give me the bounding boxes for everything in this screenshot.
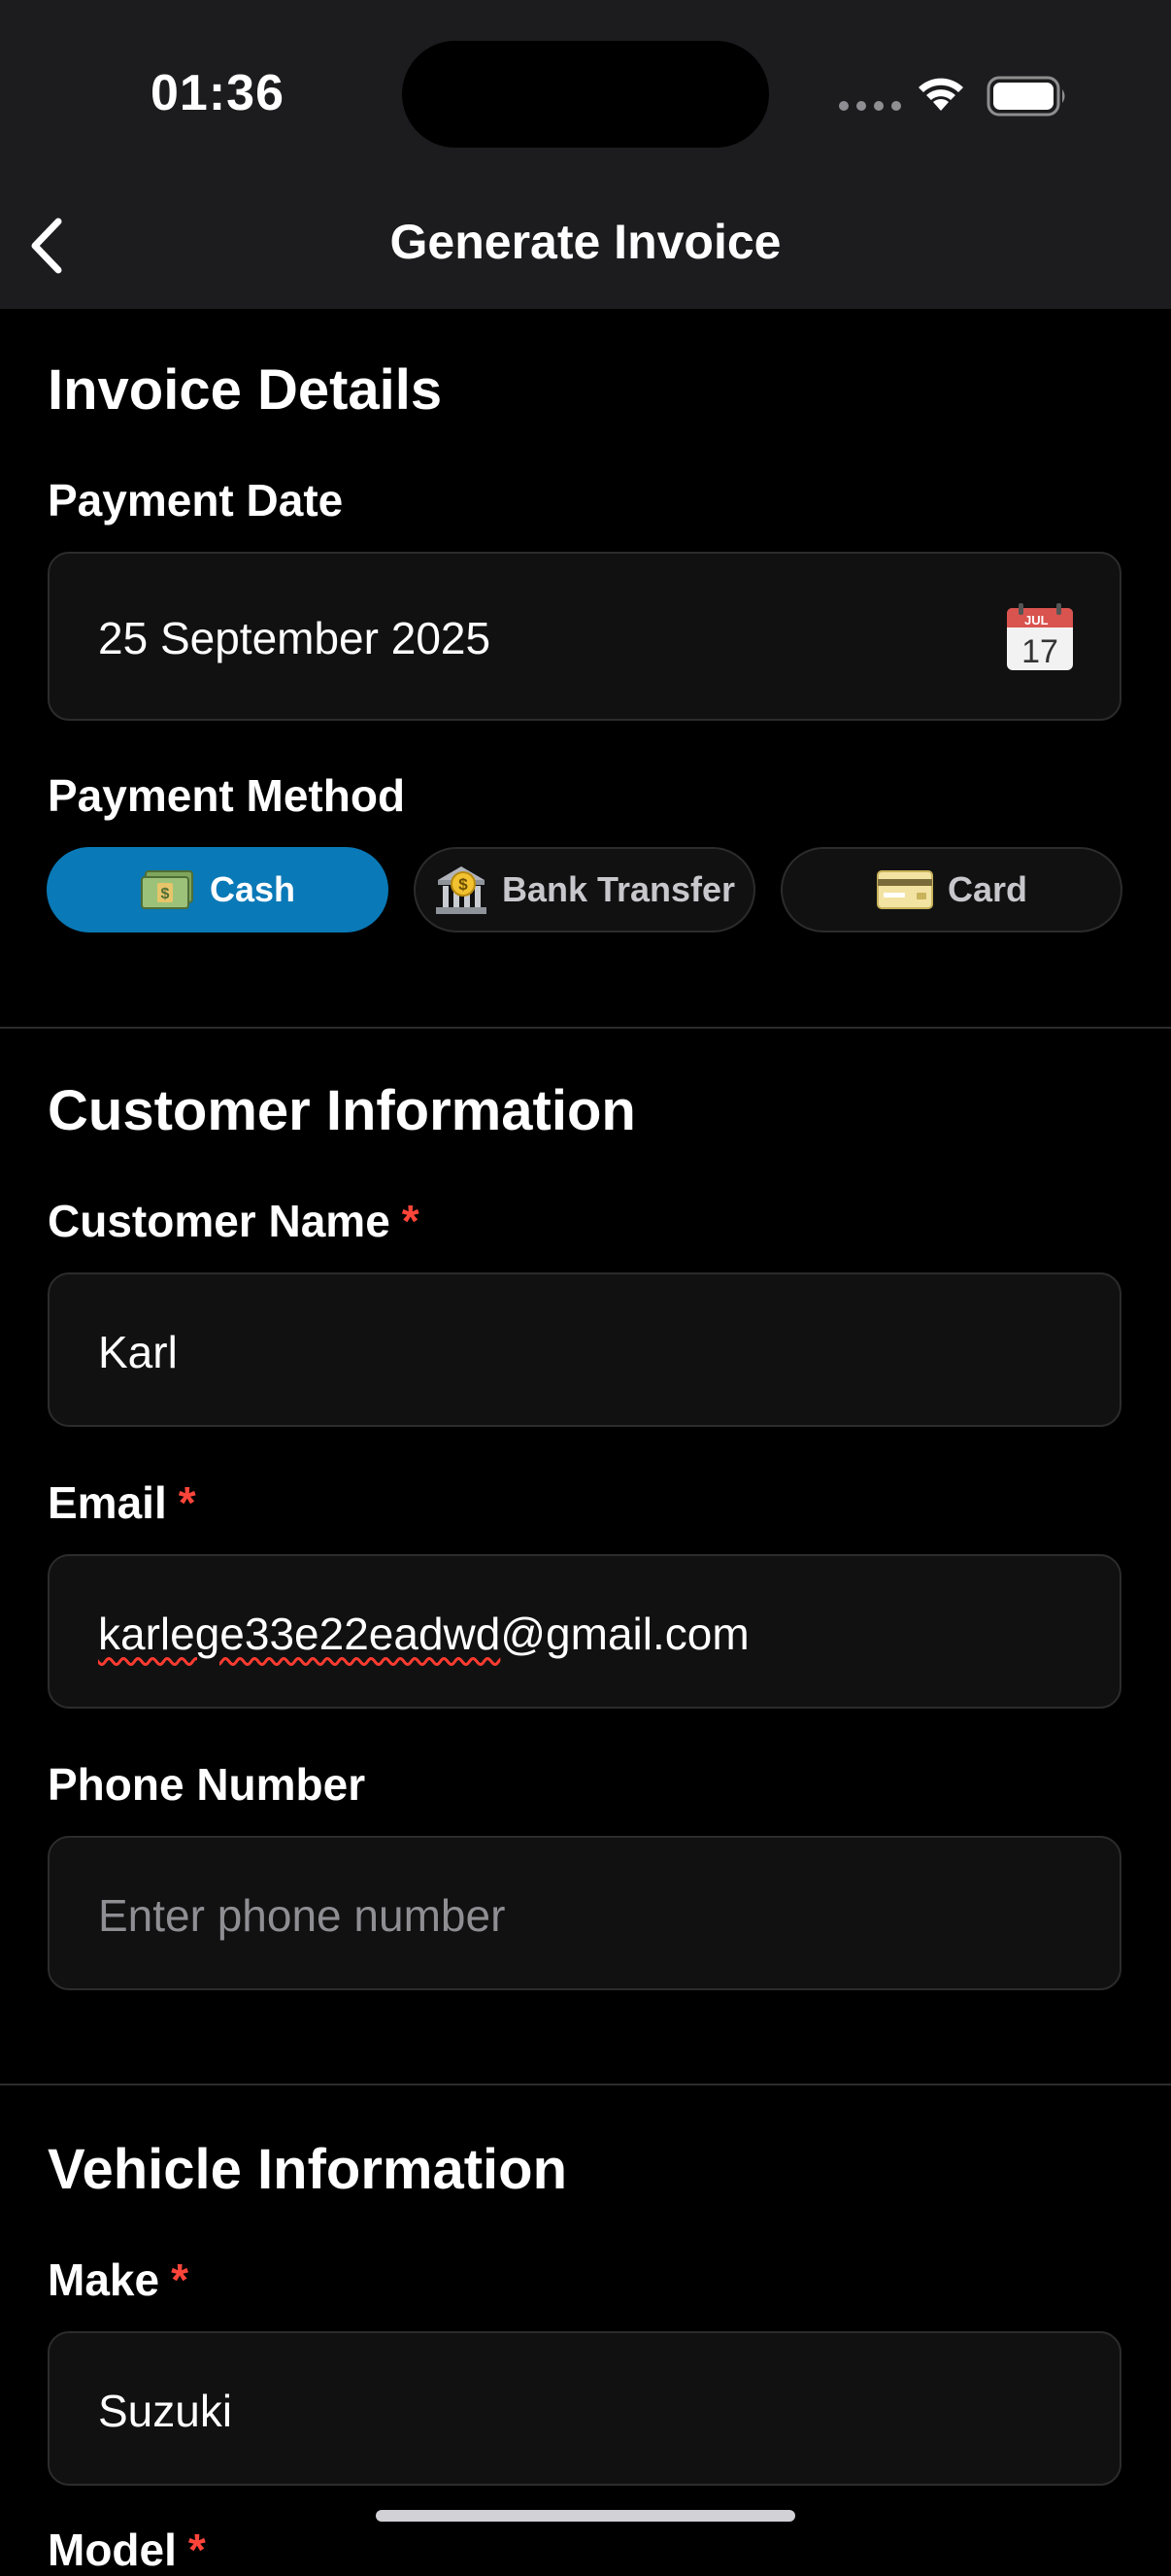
card-label: Card xyxy=(947,869,1028,909)
svg-text:$: $ xyxy=(161,886,170,902)
wifi-icon xyxy=(919,78,963,111)
page-title: Generate Invoice xyxy=(389,215,782,269)
bank-icon: $ xyxy=(435,866,486,914)
model-label: Model * xyxy=(48,2525,206,2575)
customer-name-label: Customer Name * xyxy=(48,1196,419,1246)
calendar-day: 17 xyxy=(1021,633,1058,670)
required-asterisk: * xyxy=(401,1196,419,1246)
payment-date-value: 25 September 2025 xyxy=(98,613,491,663)
bank-transfer-label: Bank Transfer xyxy=(501,869,736,909)
calendar-month: JUL xyxy=(1024,613,1049,627)
calendar-icon[interactable]: JUL 17 xyxy=(1005,602,1075,672)
status-time: 01:36 xyxy=(151,65,284,121)
email-label: Email * xyxy=(48,1477,196,1528)
make-value: Suzuki xyxy=(98,2386,233,2436)
svg-text:$: $ xyxy=(458,875,468,894)
customer-info-heading: Customer Information xyxy=(48,1079,636,1142)
payment-method-label: Payment Method xyxy=(48,770,406,821)
section-divider xyxy=(0,2084,1171,2085)
invoice-details-heading: Invoice Details xyxy=(48,358,443,422)
cellular-signal-icon xyxy=(839,101,901,111)
payment-method-cash[interactable]: $ Cash xyxy=(47,847,388,932)
section-divider xyxy=(0,1027,1171,1029)
vehicle-info-heading: Vehicle Information xyxy=(48,2138,567,2201)
credit-card-icon xyxy=(876,870,933,909)
home-indicator xyxy=(376,2510,795,2522)
payment-date-label: Payment Date xyxy=(48,475,344,525)
required-asterisk: * xyxy=(187,2525,206,2575)
phone-input[interactable]: Enter phone number xyxy=(48,1836,1121,1990)
phone-label: Phone Number xyxy=(48,1759,366,1810)
make-label: Make * xyxy=(48,2254,188,2305)
customer-name-value: Karl xyxy=(98,1327,178,1377)
email-input[interactable]: karlege33e22eadwd@gmail.com xyxy=(48,1554,1121,1709)
email-value: karlege33e22eadwd@gmail.com xyxy=(98,1609,750,1659)
payment-method-bank-transfer[interactable]: $ Bank Transfer xyxy=(414,847,755,932)
customer-name-input[interactable]: Karl xyxy=(48,1272,1121,1427)
payment-date-field[interactable]: 25 September 2025 JUL 17 xyxy=(48,552,1121,721)
required-asterisk: * xyxy=(171,2254,188,2305)
phone-placeholder: Enter phone number xyxy=(98,1890,506,1941)
money-icon: $ xyxy=(140,870,193,909)
dynamic-island xyxy=(402,41,769,148)
battery-icon xyxy=(987,76,1065,117)
top-bar: 01:36 Generate Invoice xyxy=(0,0,1171,309)
required-asterisk: * xyxy=(178,1477,196,1528)
payment-method-card[interactable]: Card xyxy=(781,847,1122,932)
make-input[interactable]: Suzuki xyxy=(48,2331,1121,2486)
cash-label: Cash xyxy=(209,869,296,909)
